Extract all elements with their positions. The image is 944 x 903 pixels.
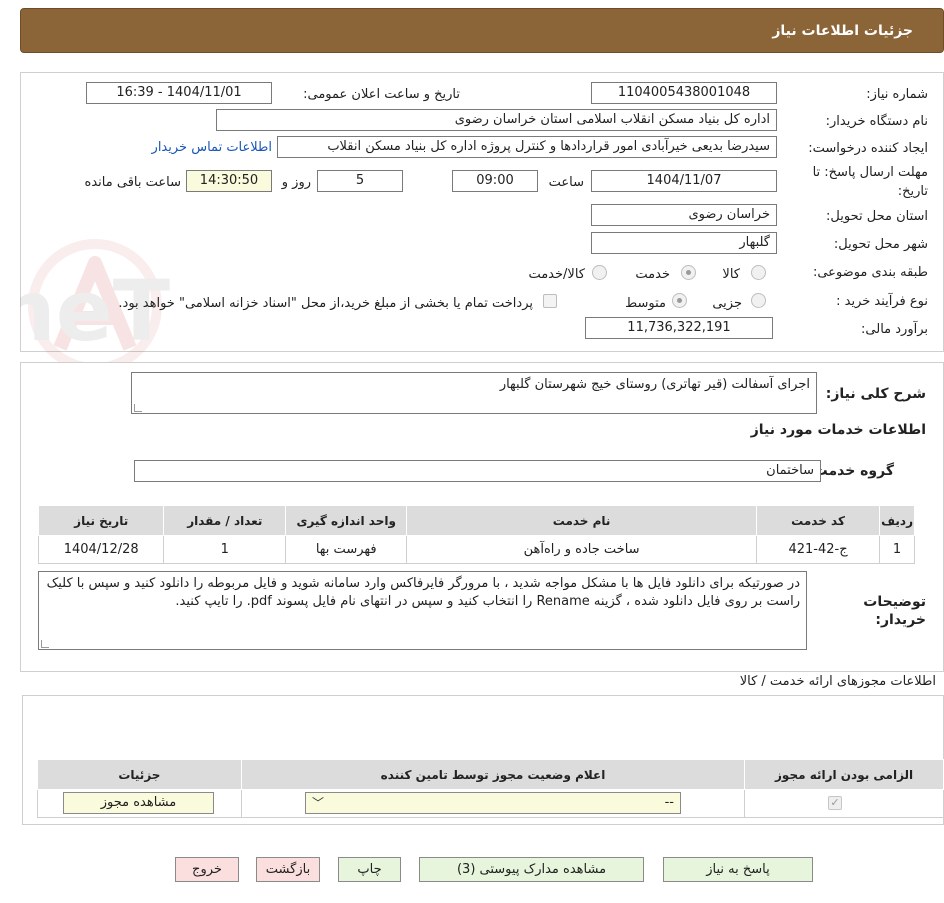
category-option-goods: کالا: [722, 267, 740, 282]
treasury-payment-note: پرداخت تمام یا بخشی از مبلغ خرید،از محل …: [118, 296, 533, 311]
chevron-down-icon: ﹀: [312, 796, 325, 810]
category-option-service: خدمت: [635, 267, 670, 282]
treasury-payment-checkbox[interactable]: [543, 294, 557, 308]
permits-title: اطلاعات مجوزهای ارائه خدمت / کالا: [739, 674, 936, 689]
print-button[interactable]: چاپ: [338, 857, 401, 882]
page-title: جزئیات اطلاعات نیاز: [772, 23, 913, 39]
col-permit-status: اعلام وضعیت مجوز توسط تامین کننده: [240, 759, 746, 790]
permit-status-select[interactable]: -- ﹀: [305, 792, 681, 814]
process-option-minor: جزیی: [712, 296, 742, 311]
permit-required-checkbox: ✓: [828, 796, 842, 810]
permits-table-header: الزامی بودن ارائه مجوز اعلام وضعیت مجوز …: [37, 759, 944, 790]
province-field: خراسان رضوی: [591, 204, 777, 226]
process-option-medium: متوسط: [625, 296, 666, 311]
col-unit: واحد اندازه گیری: [285, 505, 408, 536]
col-service-name: نام خدمت: [406, 505, 757, 536]
requester-field: سیدرضا بدیعی خیرآبادی امور قراردادها و ک…: [277, 136, 777, 158]
need-number-label: شماره نیاز:: [866, 87, 928, 102]
col-quantity: تعداد / مقدار: [163, 505, 287, 536]
page-header: جزئیات اطلاعات نیاز: [20, 8, 944, 53]
col-permit-details: جزئیات: [37, 759, 242, 790]
province-label: استان محل تحویل:: [826, 209, 928, 224]
process-radio-minor[interactable]: [751, 293, 766, 308]
col-service-code: کد خدمت: [755, 505, 881, 536]
buyer-notes-label-line2: خریدار:: [875, 612, 926, 628]
buyer-notes-text: در صورتیکه برای دانلود فایل ها با مشکل م…: [46, 576, 800, 609]
exit-button[interactable]: خروج: [175, 857, 239, 882]
services-title: اطلاعات خدمات مورد نیاز: [750, 422, 926, 438]
cell-permit-required: [744, 789, 944, 818]
view-permit-button[interactable]: مشاهده مجوز: [63, 792, 214, 814]
buyer-org-field: اداره کل بنیاد مسکن انقلاب اسلامی استان …: [216, 109, 777, 131]
buyer-contact-link[interactable]: اطلاعات تماس خریدار: [152, 140, 272, 155]
cell-need-date: 1404/12/28: [37, 535, 165, 564]
category-label: طبقه بندی موضوعی:: [812, 265, 928, 280]
city-field: گلبهار: [591, 232, 777, 254]
cell-quantity: 1: [163, 535, 287, 564]
reply-button[interactable]: پاسخ به نیاز: [663, 857, 813, 882]
cell-service-code: ج-42-421: [755, 535, 881, 564]
table-row: 1 ج-42-421 ساخت جاده و راه‌آهن فهرست بها…: [37, 535, 915, 564]
category-radio-service[interactable]: [681, 265, 696, 280]
budget-field: 11,736,322,191: [585, 317, 773, 339]
back-button[interactable]: بازگشت: [256, 857, 320, 882]
requester-label: ایجاد کننده درخواست:: [808, 141, 928, 156]
announce-date-label: تاریخ و ساعت اعلان عمومی:: [303, 87, 460, 102]
city-label: شهر محل تحویل:: [833, 237, 928, 252]
resize-handle[interactable]: [41, 640, 49, 648]
need-number-field: 1104005438001048: [591, 82, 777, 104]
col-need-date: تاریخ نیاز: [37, 505, 165, 536]
announce-date-field: 1404/11/01 - 16:39: [86, 82, 272, 104]
remaining-time-field: 14:30:50: [186, 170, 272, 192]
process-radio-medium[interactable]: [672, 293, 687, 308]
remaining-time-label: ساعت باقی مانده: [84, 175, 181, 190]
category-radio-goods[interactable]: [751, 265, 766, 280]
deadline-label: مهلت ارسال پاسخ: تا: [812, 165, 928, 180]
cell-unit: فهرست بها: [285, 535, 408, 564]
description-label: شرح کلی نیاز:: [825, 386, 926, 402]
deadline-label-line2: تاریخ:: [897, 184, 928, 199]
deadline-time-field: 09:00: [452, 170, 538, 192]
deadline-time-label: ساعت: [548, 175, 584, 190]
cell-row: 1: [879, 535, 915, 564]
deadline-date-field: 1404/11/07: [591, 170, 777, 192]
services-table-header: ردیف کد خدمت نام خدمت واحد اندازه گیری ت…: [37, 505, 915, 536]
days-label: روز و: [281, 175, 311, 190]
description-textarea: اجرای آسفالت (قیر تهاتری) روستای خیج شهر…: [131, 372, 817, 414]
permit-status-value: --: [664, 795, 674, 810]
budget-label: برآورد مالی:: [861, 322, 928, 337]
resize-handle[interactable]: [134, 404, 142, 412]
buyer-org-label: نام دستگاه خریدار:: [825, 114, 928, 129]
description-text: اجرای آسفالت (قیر تهاتری) روستای خیج شهر…: [499, 377, 810, 392]
services-table: ردیف کد خدمت نام خدمت واحد اندازه گیری ت…: [37, 505, 915, 564]
process-label: نوع فرآیند خرید :: [836, 294, 928, 309]
buyer-notes-label: توضیحات: [863, 594, 926, 610]
days-field: 5: [317, 170, 403, 192]
category-option-goods-service: کالا/خدمت: [528, 267, 585, 282]
service-group-field: ساختمان: [134, 460, 821, 482]
category-radio-goods-service[interactable]: [592, 265, 607, 280]
buyer-notes-textarea: در صورتیکه برای دانلود فایل ها با مشکل م…: [38, 571, 807, 650]
col-row: ردیف: [879, 505, 915, 536]
view-attachments-button[interactable]: مشاهده مدارک پیوستی (3): [419, 857, 644, 882]
cell-service-name: ساخت جاده و راه‌آهن: [406, 535, 757, 564]
col-permit-required: الزامی بودن ارائه مجوز: [744, 759, 944, 790]
